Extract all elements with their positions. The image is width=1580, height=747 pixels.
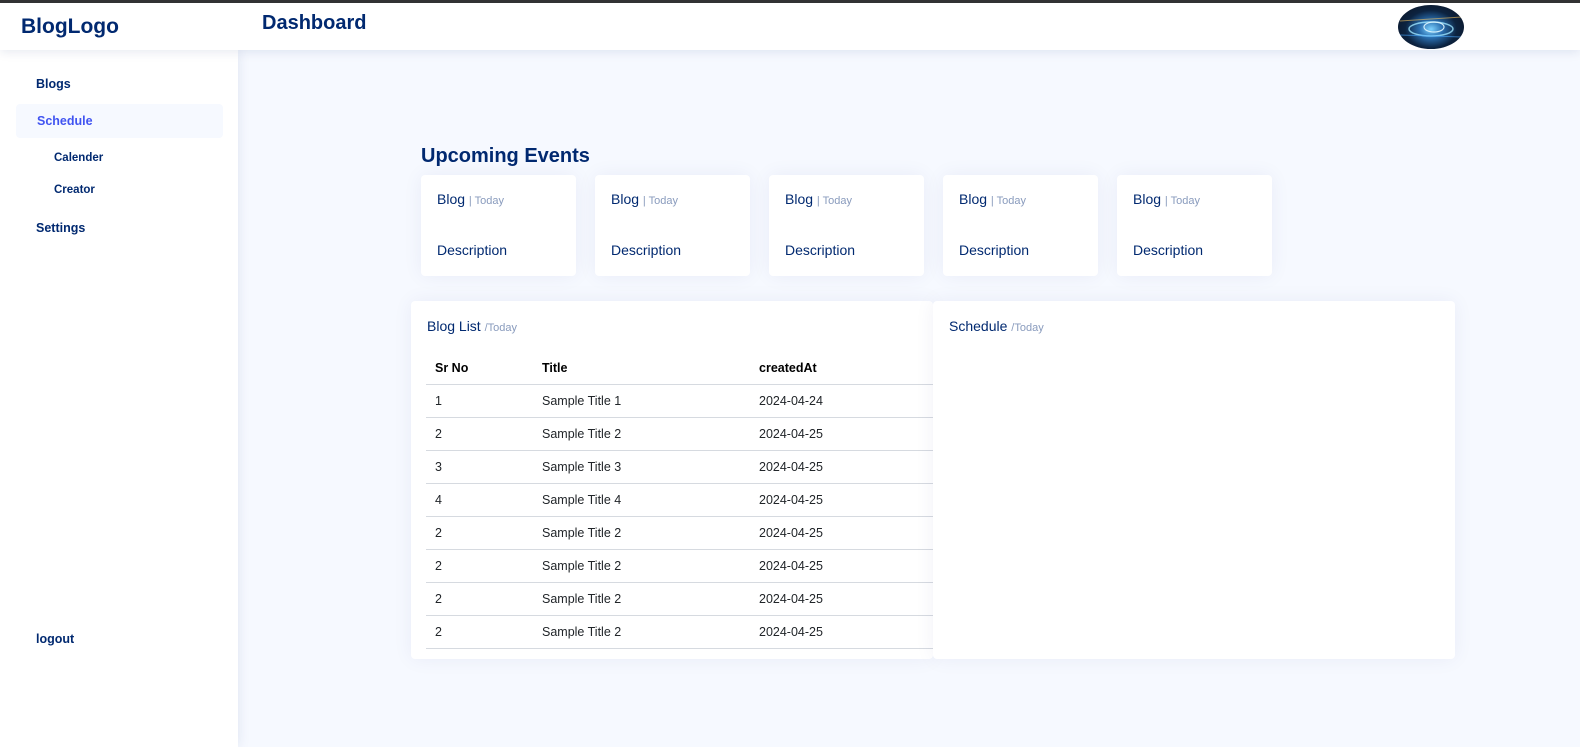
table-header-row: Sr No Title createdAt — [426, 351, 933, 385]
table-row[interactable]: 2 Sample Title 2 2024-04-25 — [426, 615, 933, 649]
page-title: Dashboard — [262, 12, 367, 34]
blog-list-date: /Today — [484, 322, 518, 334]
cell-sr-no: 1 — [426, 384, 533, 418]
event-card[interactable]: Blog | Today Description — [595, 175, 750, 276]
table-row[interactable]: 2 Sample Title 2 2024-04-25 — [426, 417, 933, 451]
event-description: Description — [1133, 242, 1204, 258]
cell-sr-no: 4 — [426, 483, 533, 517]
event-date: | Today — [990, 195, 1026, 207]
cell-title: Sample Title 2 — [533, 549, 750, 583]
event-description: Description — [959, 242, 1030, 258]
cell-sr-no: 2 — [426, 549, 533, 583]
column-header-title[interactable]: Title — [533, 351, 750, 385]
cell-created-at: 2024-04-25 — [750, 516, 933, 550]
event-card[interactable]: Blog | Today Description — [769, 175, 924, 276]
event-date: | Today — [642, 195, 678, 207]
cell-title: Sample Title 2 — [533, 582, 750, 616]
event-date: | Today — [468, 195, 504, 207]
sidebar-item-schedule[interactable]: Schedule — [16, 104, 223, 138]
event-title: Blog | Today — [1133, 191, 1200, 207]
cell-sr-no: 3 — [426, 450, 533, 484]
cell-title: Sample Title 2 — [533, 615, 750, 649]
cell-title: Sample Title 3 — [533, 450, 750, 484]
schedule-title: Schedule /Today — [949, 318, 1044, 334]
schedule-panel: Schedule /Today — [933, 301, 1455, 659]
event-card[interactable]: Blog | Today Description — [421, 175, 576, 276]
upcoming-events-title: Upcoming Events — [421, 145, 590, 167]
sidebar-item-blogs[interactable]: Blogs — [36, 77, 71, 91]
event-title: Blog | Today — [437, 191, 504, 207]
event-date: | Today — [816, 195, 852, 207]
sidebar-item-label: Schedule — [37, 114, 93, 128]
blog-table: Sr No Title createdAt 1 Sample Title 1 2… — [426, 351, 933, 649]
cell-title: Sample Title 2 — [533, 417, 750, 451]
event-description: Description — [437, 242, 508, 258]
cell-sr-no: 2 — [426, 417, 533, 451]
column-header-sr-no[interactable]: Sr No — [426, 351, 533, 385]
cell-created-at: 2024-04-25 — [750, 483, 933, 517]
schedule-date: /Today — [1011, 322, 1044, 334]
table-row[interactable]: 2 Sample Title 2 2024-04-25 — [426, 582, 933, 616]
table-row[interactable]: 2 Sample Title 2 2024-04-25 — [426, 516, 933, 550]
cell-created-at: 2024-04-24 — [750, 384, 933, 418]
event-date: | Today — [1164, 195, 1200, 207]
cell-title: Sample Title 4 — [533, 483, 750, 517]
cell-created-at: 2024-04-25 — [750, 417, 933, 451]
profile-avatar[interactable] — [1398, 5, 1464, 49]
cell-sr-no: 2 — [426, 615, 533, 649]
table-row[interactable]: 4 Sample Title 4 2024-04-25 — [426, 483, 933, 517]
table-row[interactable]: 3 Sample Title 3 2024-04-25 — [426, 450, 933, 484]
event-card[interactable]: Blog | Today Description — [943, 175, 1098, 276]
cell-title: Sample Title 1 — [533, 384, 750, 418]
event-card[interactable]: Blog | Today Description — [1117, 175, 1272, 276]
sidebar-item-calender[interactable]: Calender — [54, 152, 103, 164]
table-row[interactable]: 2 Sample Title 2 2024-04-25 — [426, 549, 933, 583]
logout-link[interactable]: logout — [36, 632, 74, 646]
column-header-created-at[interactable]: createdAt — [750, 351, 933, 385]
sidebar-item-creator[interactable]: Creator — [54, 184, 95, 196]
cell-created-at: 2024-04-25 — [750, 582, 933, 616]
cell-created-at: 2024-04-25 — [750, 450, 933, 484]
top-header: BlogLogo Dashboard — [0, 3, 1580, 50]
cell-title: Sample Title 2 — [533, 516, 750, 550]
cell-created-at: 2024-04-25 — [750, 615, 933, 649]
sidebar: Blogs Schedule Calender Creator Settings… — [0, 50, 238, 747]
cell-created-at: 2024-04-25 — [750, 549, 933, 583]
event-description: Description — [611, 242, 682, 258]
table-row[interactable]: 1 Sample Title 1 2024-04-24 — [426, 384, 933, 418]
logo[interactable]: BlogLogo — [21, 15, 119, 39]
sidebar-item-settings[interactable]: Settings — [36, 221, 85, 235]
blog-list-title: Blog List /Today — [427, 318, 518, 334]
event-description: Description — [785, 242, 856, 258]
cell-sr-no: 2 — [426, 516, 533, 550]
cell-sr-no: 2 — [426, 582, 533, 616]
event-title: Blog | Today — [959, 191, 1026, 207]
event-title: Blog | Today — [611, 191, 678, 207]
event-title: Blog | Today — [785, 191, 852, 207]
